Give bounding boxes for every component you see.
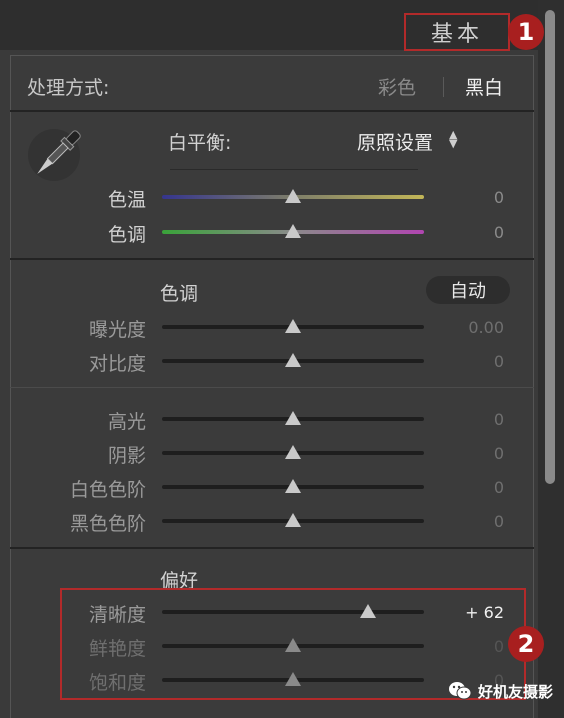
watermark-text: 好机友摄影 bbox=[478, 682, 554, 701]
highlights-label: 高光 bbox=[107, 411, 146, 433]
whites-slider-thumb[interactable] bbox=[285, 479, 301, 493]
blacks-label: 黑色色阶 bbox=[69, 513, 146, 535]
blacks-value[interactable]: 0 bbox=[448, 512, 504, 531]
shadows-slider-thumb[interactable] bbox=[285, 445, 301, 459]
white-balance-select[interactable]: 原照设置 bbox=[357, 128, 433, 155]
shadows-label: 阴影 bbox=[107, 445, 146, 467]
panel-title: 基本 bbox=[404, 13, 510, 51]
whites-value[interactable]: 0 bbox=[448, 478, 504, 497]
temp-value[interactable]: 0 bbox=[448, 188, 504, 207]
annotation-marker-1: 1 bbox=[508, 14, 544, 50]
tone-title: 色调 bbox=[160, 283, 199, 305]
annotation-marker-2: 2 bbox=[508, 626, 544, 662]
tint-slider-thumb[interactable] bbox=[285, 224, 301, 238]
treatment-label: 处理方式: bbox=[27, 77, 110, 99]
wechat-icon bbox=[449, 682, 472, 700]
scrollbar-thumb[interactable] bbox=[545, 10, 555, 484]
tint-label: 色调 bbox=[107, 224, 146, 246]
exposure-slider-thumb[interactable] bbox=[285, 319, 301, 333]
whites-label: 白色色阶 bbox=[69, 479, 146, 501]
contrast-value[interactable]: 0 bbox=[448, 352, 504, 371]
shadows-value[interactable]: 0 bbox=[448, 444, 504, 463]
watermark: 好机友摄影 bbox=[448, 680, 553, 702]
highlights-slider-thumb[interactable] bbox=[285, 411, 301, 425]
auto-tone-button[interactable]: 自动 bbox=[426, 276, 510, 304]
treatment-divider bbox=[443, 77, 444, 97]
contrast-slider-thumb[interactable] bbox=[285, 353, 301, 367]
contrast-label: 对比度 bbox=[88, 353, 146, 375]
temp-scale bbox=[170, 169, 418, 174]
subsection-divider bbox=[10, 387, 534, 388]
tint-value[interactable]: 0 bbox=[448, 223, 504, 242]
temp-slider-thumb[interactable] bbox=[285, 189, 301, 203]
select-arrows-icon[interactable]: ▲ ▼ bbox=[449, 129, 457, 149]
section-divider bbox=[10, 110, 534, 112]
highlights-value[interactable]: 0 bbox=[448, 410, 504, 429]
temp-label: 色温 bbox=[107, 189, 146, 211]
blacks-slider-thumb[interactable] bbox=[285, 513, 301, 527]
eyedropper-icon[interactable] bbox=[24, 121, 88, 185]
exposure-label: 曝光度 bbox=[88, 319, 146, 341]
white-balance-label: 白平衡: bbox=[168, 132, 232, 154]
section-divider bbox=[10, 258, 534, 260]
treatment-bw-option[interactable]: 黑白 bbox=[465, 73, 503, 100]
exposure-value[interactable]: 0.00 bbox=[448, 318, 504, 337]
treatment-color-option[interactable]: 彩色 bbox=[378, 73, 416, 100]
section-divider bbox=[10, 547, 534, 549]
